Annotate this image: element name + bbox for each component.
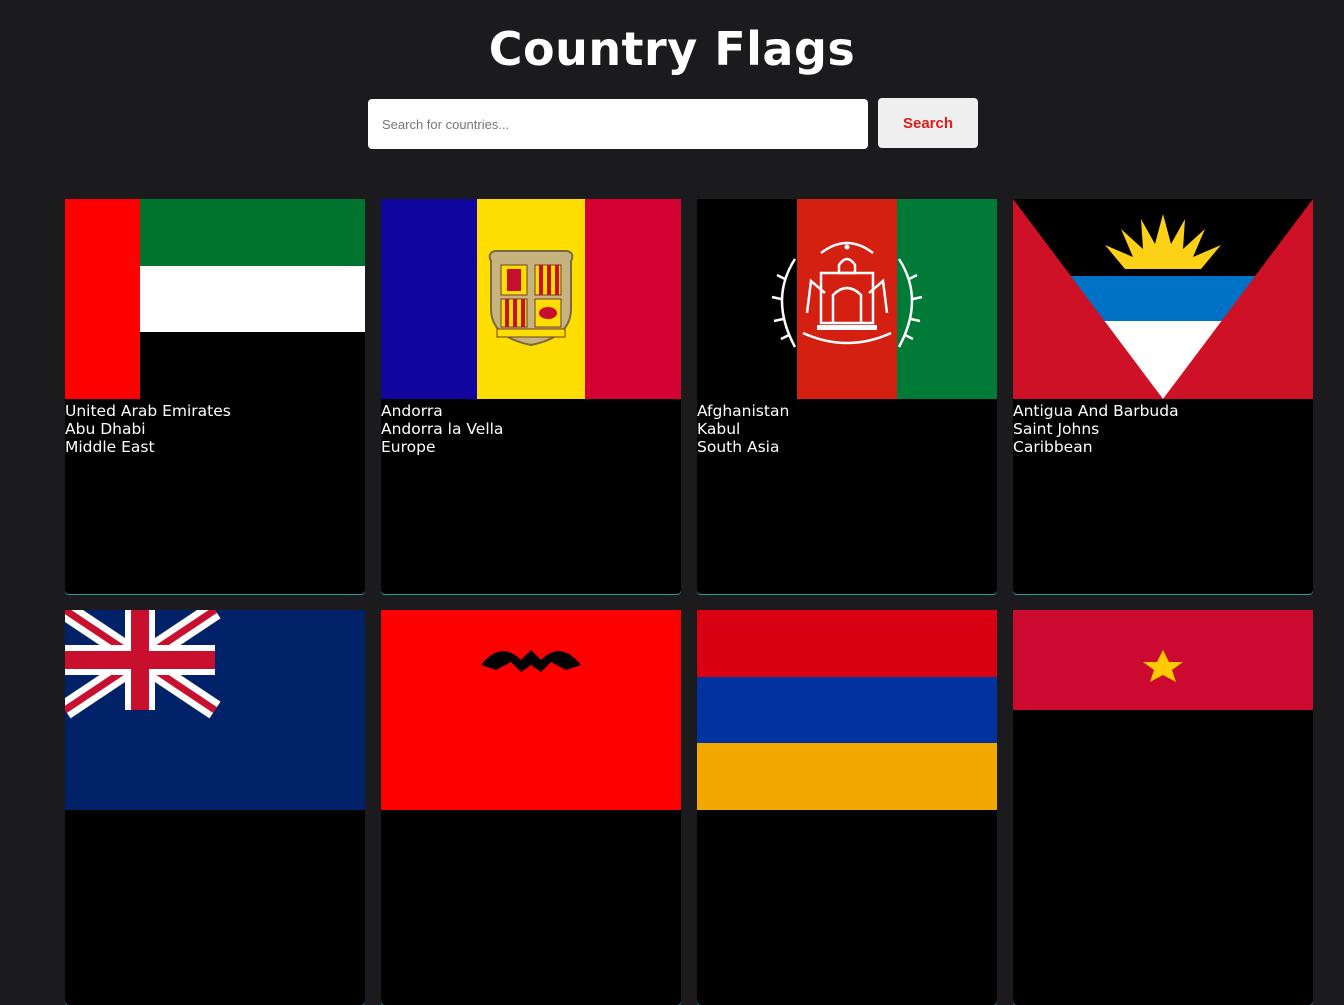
page-title: Country Flags bbox=[488, 22, 856, 76]
country-info: Andorra Andorra la Vella Europe bbox=[381, 399, 681, 456]
country-card[interactable]: Afghanistan Kabul South Asia bbox=[697, 199, 997, 594]
country-card[interactable] bbox=[381, 610, 681, 1005]
country-card[interactable]: United Arab Emirates Abu Dhabi Middle Ea… bbox=[65, 199, 365, 594]
country-card[interactable] bbox=[697, 610, 997, 1005]
armenia-flag-icon bbox=[697, 610, 997, 810]
country-info: Afghanistan Kabul South Asia bbox=[697, 399, 997, 456]
country-capital: Andorra la Vella bbox=[381, 420, 504, 438]
uae-flag-icon bbox=[65, 199, 365, 399]
country-info: Antigua And Barbuda Saint Johns Caribbea… bbox=[1013, 399, 1313, 456]
country-capital: Abu Dhabi bbox=[65, 420, 146, 438]
search-button[interactable]: Search bbox=[878, 98, 978, 148]
country-region: Middle East bbox=[65, 438, 155, 456]
country-region: Europe bbox=[381, 438, 436, 456]
country-region: South Asia bbox=[697, 438, 780, 456]
country-capital: Saint Johns bbox=[1013, 420, 1100, 438]
country-capital: Kabul bbox=[697, 420, 741, 438]
country-name: Antigua And Barbuda bbox=[1013, 402, 1179, 420]
country-card[interactable]: Andorra Andorra la Vella Europe bbox=[381, 199, 681, 594]
country-card[interactable] bbox=[1013, 610, 1313, 1005]
angola-flag-icon bbox=[1013, 610, 1313, 810]
country-card[interactable]: Antigua And Barbuda Saint Johns Caribbea… bbox=[1013, 199, 1313, 594]
country-name: United Arab Emirates bbox=[65, 402, 231, 420]
anguilla-flag-icon bbox=[65, 610, 365, 810]
country-info: United Arab Emirates Abu Dhabi Middle Ea… bbox=[65, 399, 365, 456]
country-card[interactable] bbox=[65, 610, 365, 1005]
search-input[interactable] bbox=[368, 99, 868, 149]
country-name: Afghanistan bbox=[697, 402, 790, 420]
albania-flag-icon bbox=[381, 610, 681, 810]
andorra-flag-icon bbox=[381, 199, 681, 399]
afghanistan-flag-icon bbox=[697, 199, 997, 399]
antigua-flag-icon bbox=[1013, 199, 1313, 399]
country-region: Caribbean bbox=[1013, 438, 1093, 456]
country-name: Andorra bbox=[381, 402, 443, 420]
